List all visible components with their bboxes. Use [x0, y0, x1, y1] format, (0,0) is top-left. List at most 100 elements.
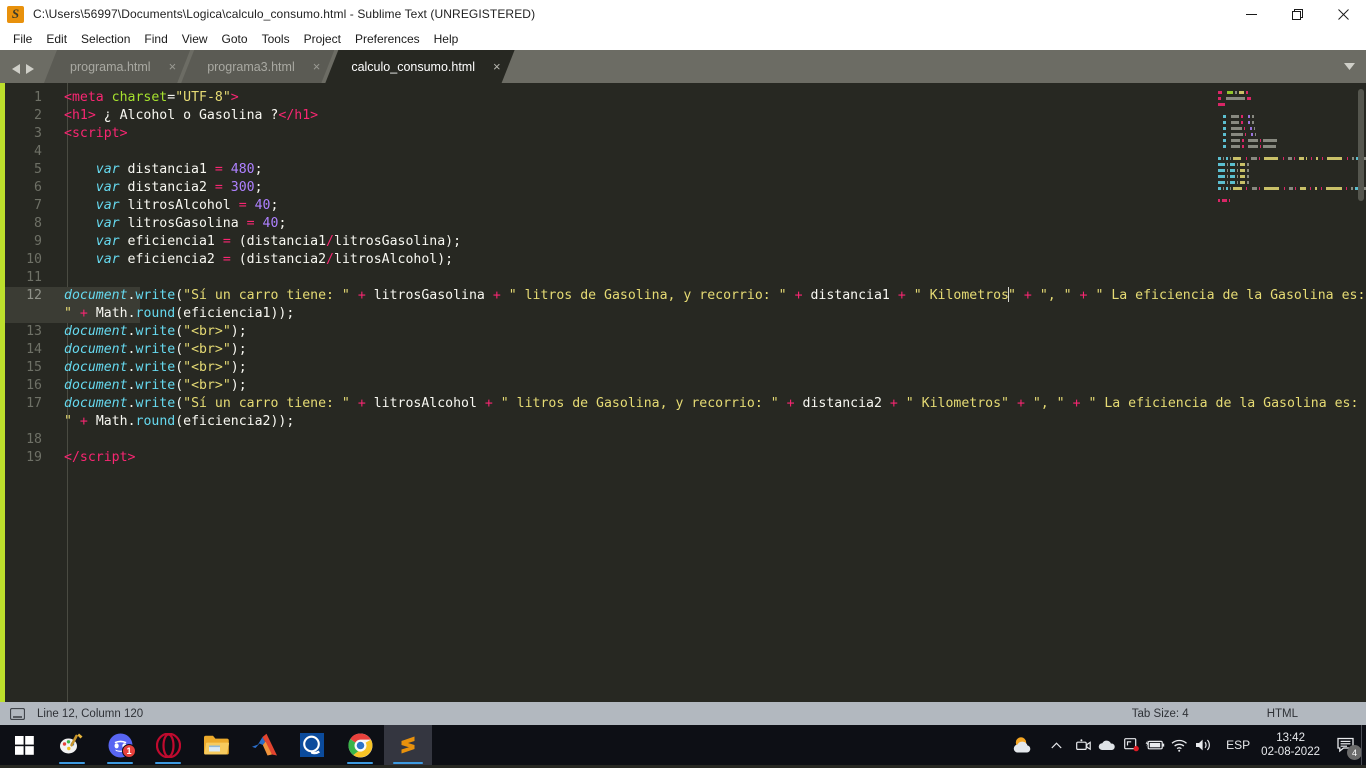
code-editor[interactable]: 1 <meta charset="UTF-8"> 2 <h1> ¿ Alcohol o… [5, 83, 1366, 702]
code-token: + [357, 396, 366, 411]
code-line[interactable]: 18 [5, 431, 1366, 449]
code-token: write [135, 360, 176, 375]
start-button[interactable] [0, 725, 48, 765]
code-token: ( [175, 378, 184, 393]
chevron-up-icon[interactable] [1041, 725, 1071, 765]
packettracer-icon[interactable] [288, 725, 336, 765]
line-number: 9 [34, 234, 42, 249]
menu-item-project[interactable]: Project [297, 30, 348, 49]
chrome-icon[interactable] [336, 725, 384, 765]
tab-calculo_consumo-html[interactable]: calculo_consumo.html × [325, 50, 514, 83]
menu-item-tools[interactable]: Tools [255, 30, 297, 49]
code-token: litrosGasolina); [334, 234, 462, 249]
code-token: ); [230, 342, 247, 357]
menu-item-goto[interactable]: Goto [215, 30, 255, 49]
code-line[interactable]: 5 var distancia1 = 480; [5, 161, 1366, 179]
code-token: "UTF-8" [175, 90, 231, 105]
code-token: ); [230, 378, 247, 393]
line-content: <script> [51, 125, 1366, 143]
battery-icon[interactable] [1143, 725, 1167, 765]
tab-programa-html[interactable]: programa.html × [44, 50, 190, 83]
display-settings-icon[interactable] [1119, 725, 1143, 765]
weather-icon[interactable] [1005, 725, 1041, 765]
chevron-down-icon [1343, 63, 1355, 70]
tab-overflow-button[interactable] [1332, 50, 1366, 83]
line-content: document.write("<br>"); [51, 359, 1366, 377]
code-token: write [135, 324, 176, 339]
menu-item-edit[interactable]: Edit [39, 30, 74, 49]
discord-icon[interactable]: 1 [96, 725, 144, 765]
file-explorer-icon[interactable] [192, 725, 240, 765]
line-number: 5 [34, 162, 42, 177]
tab-size-indicator[interactable]: Tab Size: 4 [1132, 708, 1189, 720]
menu-item-file[interactable]: File [6, 30, 39, 49]
close-button[interactable] [1320, 0, 1366, 28]
cursor-position[interactable]: Line 12, Column 120 [37, 708, 143, 720]
code-line[interactable]: 6 var distancia2 = 300; [5, 179, 1366, 197]
code-line[interactable]: 13 document.write("<br>"); [5, 323, 1366, 341]
code-line[interactable]: 14 document.write("<br>"); [5, 341, 1366, 359]
code-line[interactable]: 3 <script> [5, 125, 1366, 143]
notifications-button[interactable]: 4 [1326, 725, 1366, 765]
code-line[interactable]: 17 document.write("Sí un carro tiene: " +… [5, 395, 1366, 431]
paint-3d-icon[interactable] [48, 725, 96, 765]
git-branch-icon[interactable] [10, 707, 25, 720]
language-indicator[interactable]: ESP [1217, 738, 1259, 752]
camera-icon[interactable] [1071, 725, 1095, 765]
tab-close-icon[interactable]: × [169, 60, 177, 73]
syntax-indicator[interactable]: HTML [1267, 708, 1298, 720]
code-token: = [222, 234, 231, 249]
code-line[interactable]: 7 var litrosAlcohol = 40; [5, 197, 1366, 215]
code-token: <script> [64, 126, 128, 141]
line-number: 4 [34, 144, 42, 159]
tab-close-icon[interactable]: × [493, 60, 501, 73]
clock-date: 02-08-2022 [1261, 746, 1320, 758]
code-line[interactable]: 10 var eficiencia2 = (distancia2/litrosA… [5, 251, 1366, 269]
code-line[interactable]: 12 document.write("Sí un carro tiene: " +… [5, 287, 1366, 323]
onedrive-icon[interactable] [1095, 725, 1119, 765]
tab-bar: programa.html × programa3.html × calculo_con… [0, 50, 1366, 83]
volume-icon[interactable] [1191, 725, 1217, 765]
code-line[interactable]: 15 document.write("<br>"); [5, 359, 1366, 377]
matlab-icon[interactable] [240, 725, 288, 765]
code-token: distancia2 [794, 396, 890, 411]
wifi-icon[interactable] [1167, 725, 1191, 765]
menu-item-find[interactable]: Find [137, 30, 174, 49]
code-line[interactable]: 8 var litrosGasolina = 40; [5, 215, 1366, 233]
code-line[interactable]: 9 var eficiencia1 = (distancia1/litrosGa… [5, 233, 1366, 251]
code-line[interactable]: 19 </script> [5, 449, 1366, 467]
sublime-text-icon[interactable] [384, 725, 432, 765]
opera-icon[interactable] [144, 725, 192, 765]
show-desktop-button[interactable] [1361, 725, 1366, 765]
code-token: "<br>" [183, 360, 231, 375]
code-line[interactable]: 4 [5, 143, 1366, 161]
menu-item-view[interactable]: View [175, 30, 215, 49]
code-line[interactable]: 11 [5, 269, 1366, 287]
code-line[interactable]: 2 <h1> ¿ Alcohol o Gasolina ?</h1> [5, 107, 1366, 125]
menu-item-preferences[interactable]: Preferences [348, 30, 427, 49]
code-token: = [246, 216, 255, 231]
minimize-button[interactable] [1228, 0, 1274, 28]
tab-close-icon[interactable]: × [313, 60, 321, 73]
code-token: litrosGasolina [119, 216, 247, 231]
code-token: 480 [230, 162, 255, 177]
code-token: litrosAlcohol [365, 396, 485, 411]
code-line[interactable]: 16 document.write("<br>"); [5, 377, 1366, 395]
tab-programa3-html[interactable]: programa3.html × [181, 50, 334, 83]
code-token: "Sí un carro tiene: " [183, 396, 350, 411]
code-line[interactable]: 1 <meta charset="UTF-8"> [5, 89, 1366, 107]
code-token: " [1008, 288, 1016, 303]
menu-item-selection[interactable]: Selection [74, 30, 137, 49]
clock[interactable]: 13:42 02-08-2022 [1259, 731, 1326, 759]
menu-item-help[interactable]: Help [427, 30, 466, 49]
code-token: var [95, 162, 120, 177]
restore-button[interactable] [1274, 0, 1320, 28]
tab-nav-arrows[interactable] [0, 64, 44, 83]
code-token: ( [175, 360, 184, 375]
